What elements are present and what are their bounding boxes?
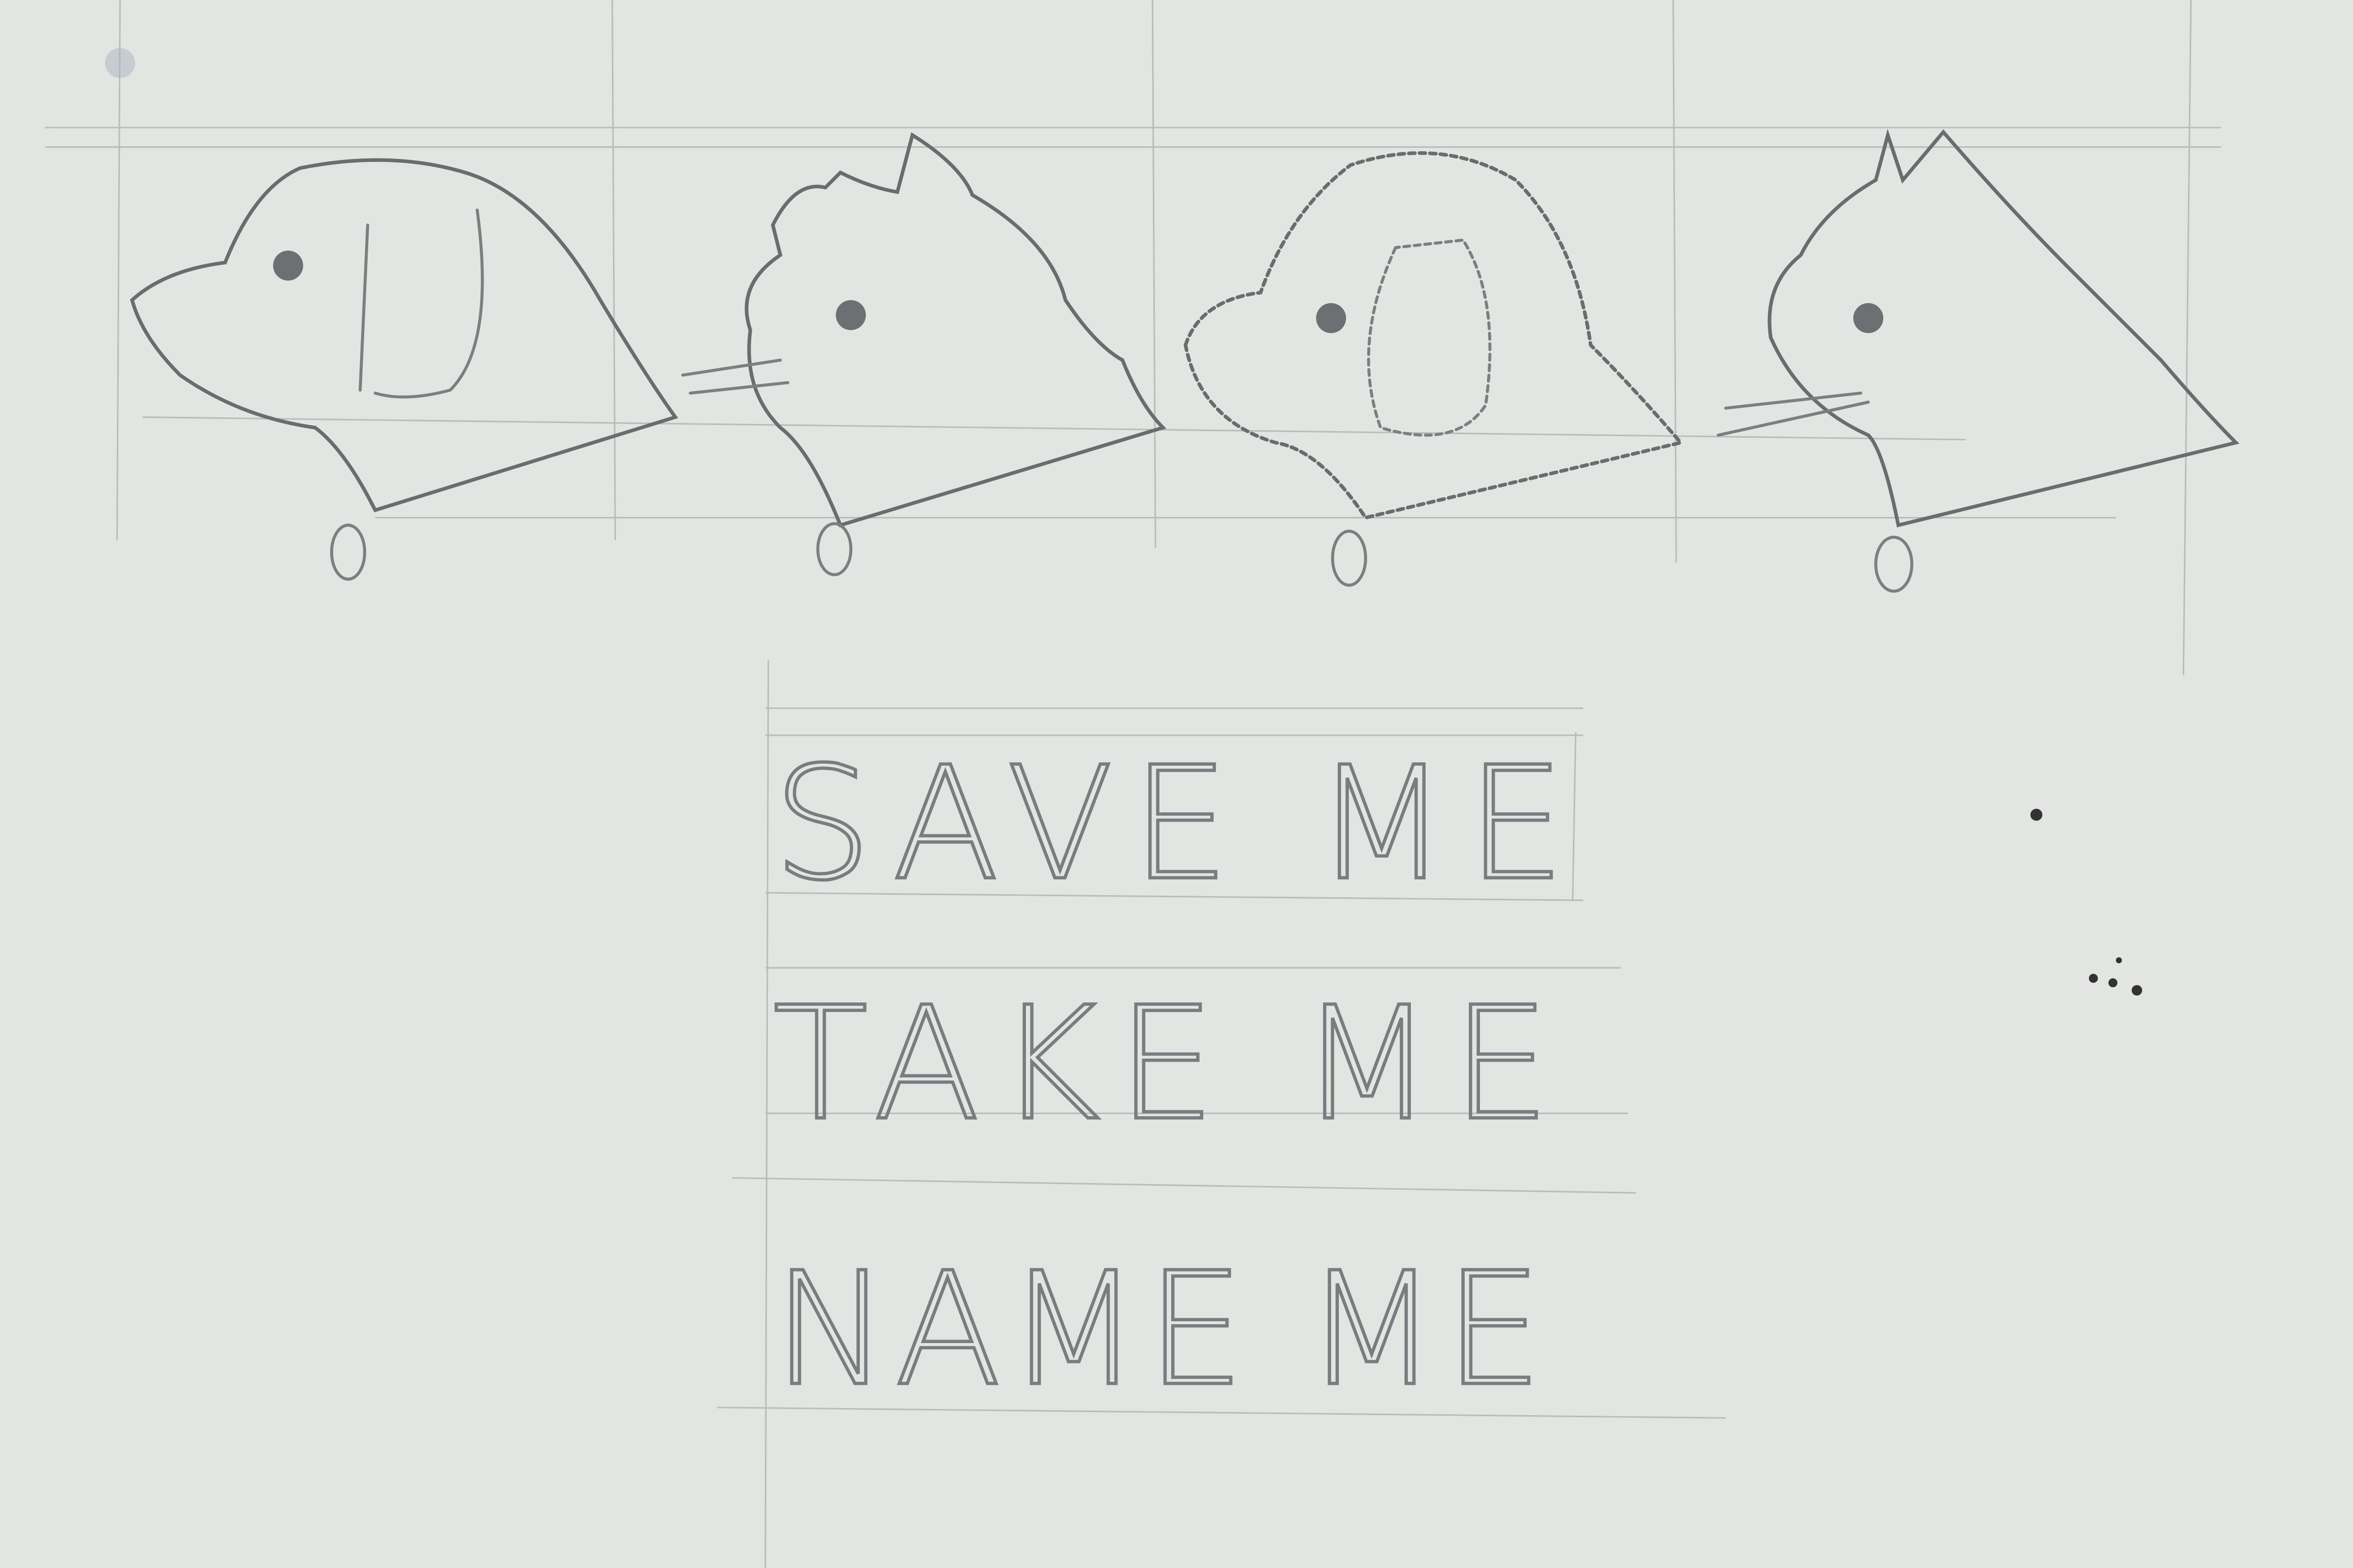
slogan-line-take-me: TAKE ME bbox=[773, 973, 1553, 1155]
slogan-line-save-me: SAVE ME bbox=[773, 734, 1568, 915]
slogan-line-name-me: NAME ME bbox=[773, 1239, 1546, 1421]
pencil-sketch: SAVE ME TAKE ME NAME ME bbox=[0, 0, 2353, 1568]
